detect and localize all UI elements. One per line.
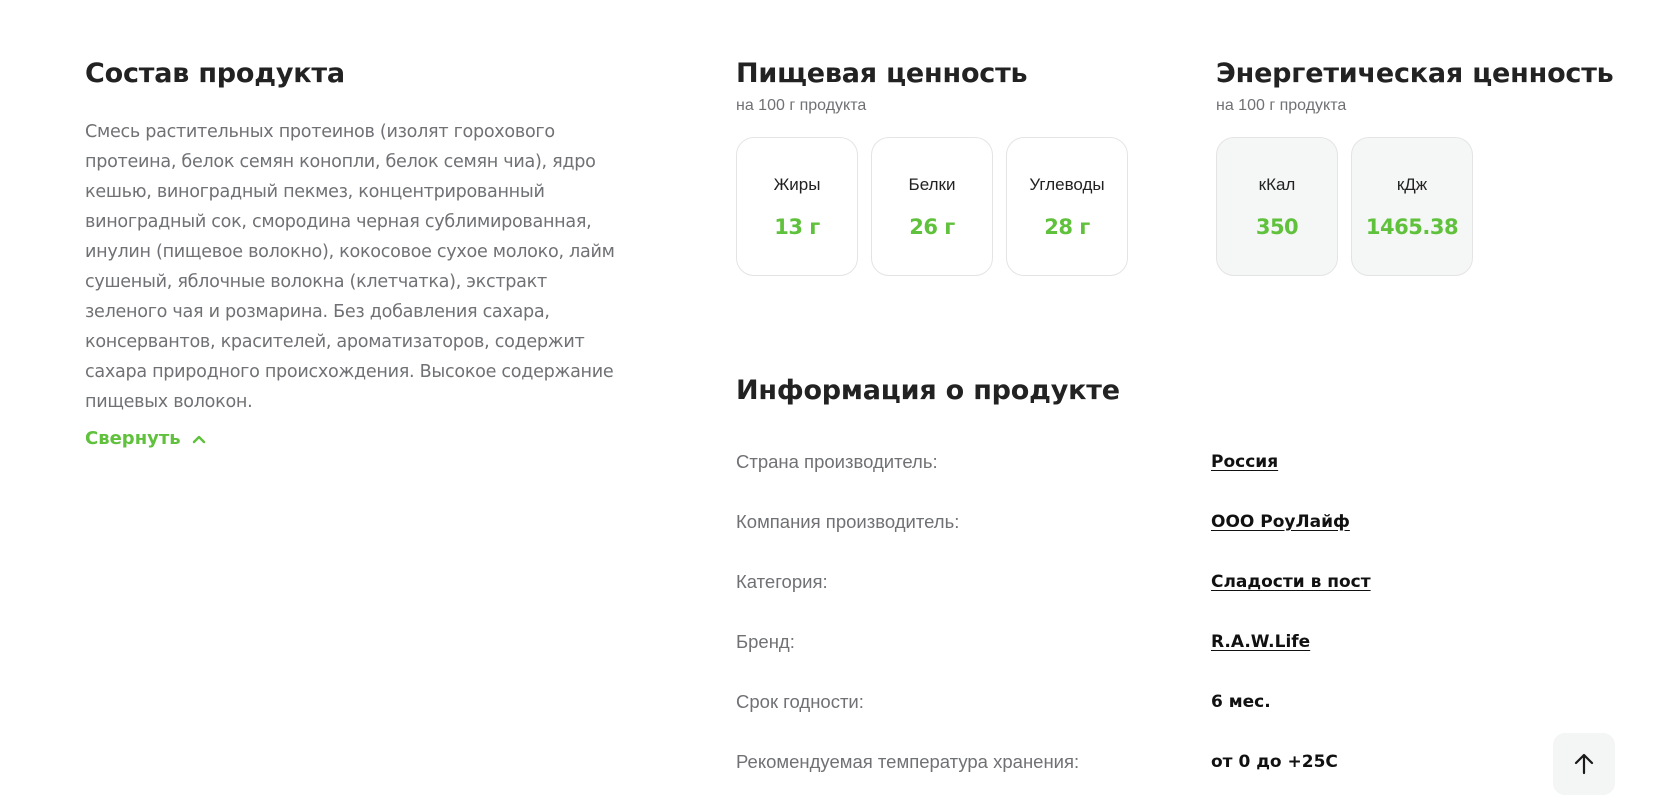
- nutrition-card-label: Углеводы: [1029, 175, 1105, 194]
- info-row-category: Категория: Сладости в пост: [736, 570, 1496, 594]
- energy-title: Энергетическая ценность: [1216, 58, 1614, 89]
- collapse-label: Свернуть: [85, 428, 181, 449]
- energy-card-value: 1465.38: [1365, 215, 1459, 239]
- nutrition-card-value: 13 г: [774, 215, 820, 239]
- nutrition-card-value: 28 г: [1044, 215, 1090, 239]
- category-link[interactable]: Сладости в пост: [1211, 570, 1371, 594]
- info-row-key: Страна производитель:: [736, 451, 938, 472]
- nutrition-card-carbs: Углеводы 28 г: [1006, 137, 1128, 276]
- info-row-storage-temp: Рекомендуемая температура хранения: от 0…: [736, 750, 1496, 774]
- product-info-title: Информация о продукте: [736, 375, 1120, 406]
- info-row-key: Категория:: [736, 571, 828, 592]
- info-row-key: Рекомендуемая температура хранения:: [736, 751, 1080, 772]
- nutrition-card-value: 26 г: [909, 215, 955, 239]
- info-row-key: Компания производитель:: [736, 511, 960, 532]
- scroll-to-top-button[interactable]: [1553, 733, 1615, 795]
- energy-card-label: кДж: [1396, 175, 1428, 194]
- company-link[interactable]: ООО РоуЛайф: [1211, 510, 1350, 534]
- nutrition-card-label: Жиры: [773, 175, 821, 194]
- info-row-shelf-life: Срок годности: 6 мес.: [736, 690, 1496, 714]
- shelf-life-value: 6 мес.: [1211, 692, 1271, 712]
- energy-subtitle: на 100 г продукта: [1216, 97, 1347, 114]
- energy-card-kj: кДж 1465.38: [1351, 137, 1473, 276]
- info-row-country: Страна производитель: Россия: [736, 450, 1496, 474]
- brand-link[interactable]: R.A.W.Life: [1211, 630, 1310, 654]
- nutrition-card-fats: Жиры 13 г: [736, 137, 858, 276]
- country-link[interactable]: Россия: [1211, 450, 1278, 474]
- nutrition-card-label: Белки: [908, 175, 956, 194]
- composition-title: Состав продукта: [85, 58, 345, 89]
- energy-card-label: кКал: [1258, 175, 1296, 194]
- nutrition-card-proteins: Белки 26 г: [871, 137, 993, 276]
- energy-card-kcal: кКал 350: [1216, 137, 1338, 276]
- nutrition-subtitle: на 100 г продукта: [736, 97, 867, 114]
- arrow-up-icon: [1574, 753, 1594, 775]
- nutrition-title: Пищевая ценность: [736, 58, 1028, 89]
- collapse-button[interactable]: Свернуть: [85, 428, 207, 449]
- info-row-brand: Бренд: R.A.W.Life: [736, 630, 1496, 654]
- info-row-key: Срок годности:: [736, 691, 864, 712]
- info-row-company: Компания производитель: ООО РоуЛайф: [736, 510, 1496, 534]
- energy-card-value: 350: [1255, 215, 1299, 239]
- info-row-key: Бренд:: [736, 631, 795, 652]
- storage-temp-value: от 0 до +25C: [1211, 752, 1338, 772]
- chevron-up-icon: [192, 435, 205, 443]
- composition-text: Смесь растительных протеинов (изолят гор…: [85, 122, 615, 412]
